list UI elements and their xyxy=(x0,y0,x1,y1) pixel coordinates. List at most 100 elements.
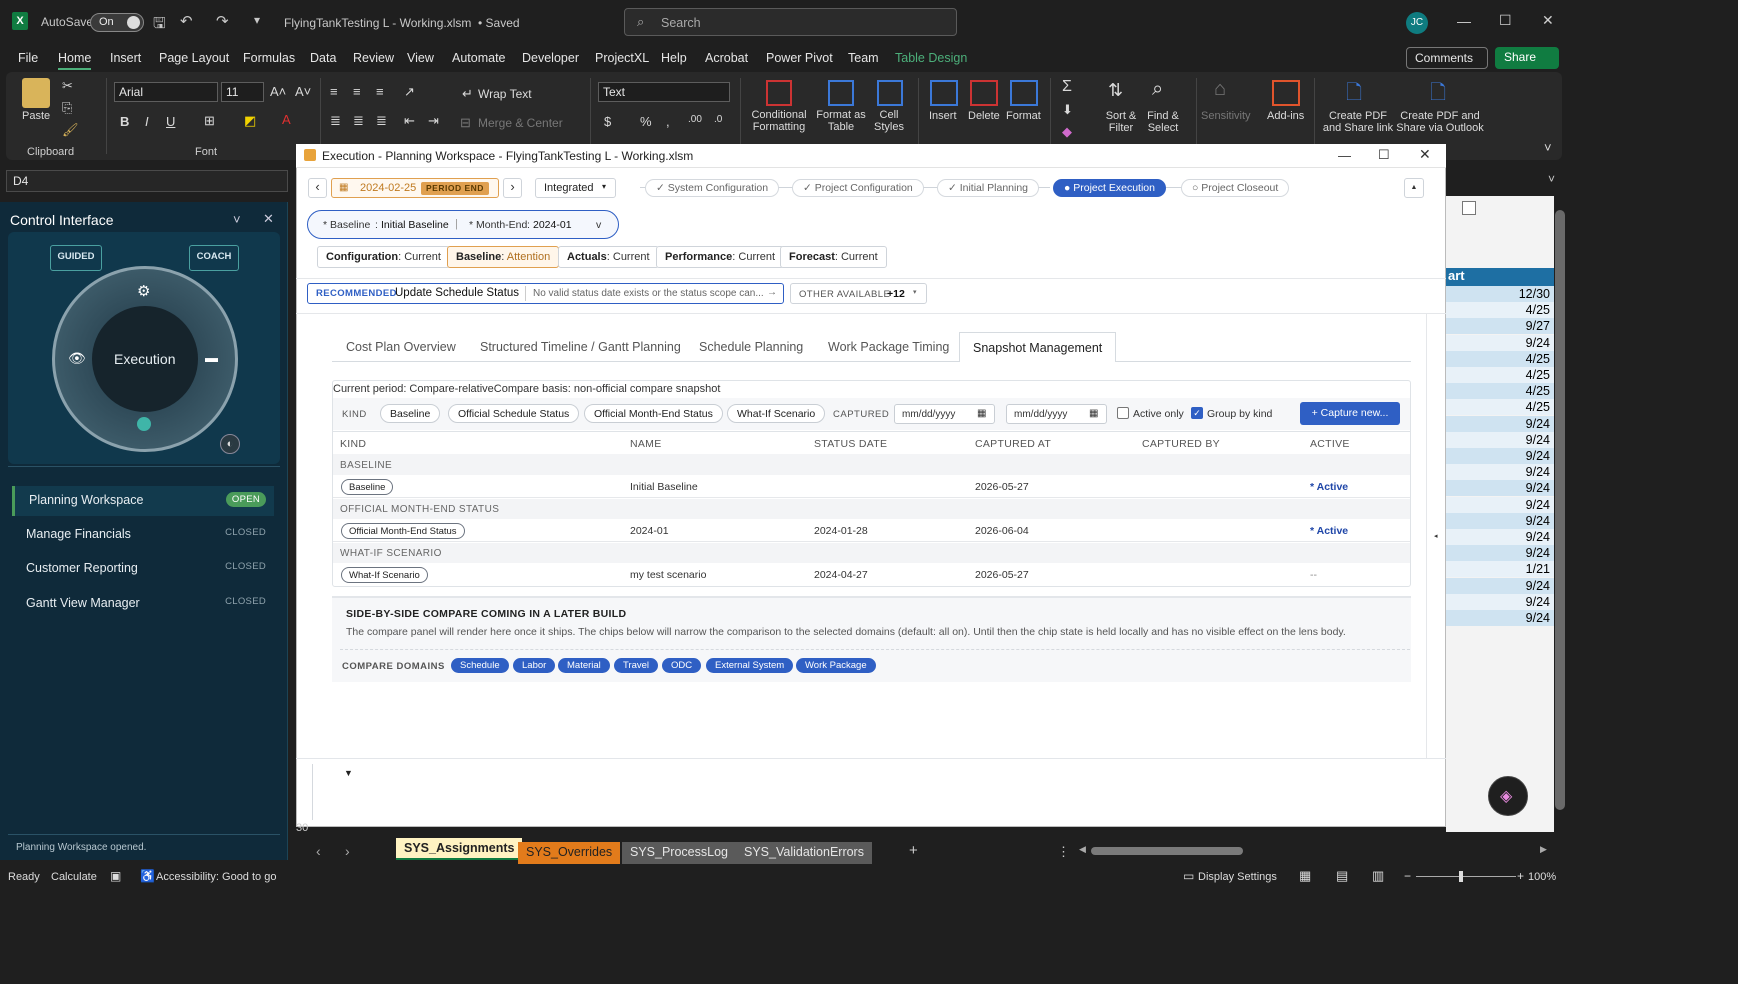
paste-icon[interactable] xyxy=(22,78,50,108)
dial-indicator[interactable] xyxy=(137,417,151,431)
scroll-left-icon[interactable]: ◀ xyxy=(1079,844,1086,855)
display-settings-icon[interactable]: ▭ xyxy=(1183,869,1194,883)
kind-filter-baseline[interactable]: Baseline xyxy=(380,404,441,423)
row-active[interactable]: * Active xyxy=(1310,525,1348,537)
clear-icon[interactable]: ◆ xyxy=(1062,124,1072,140)
menu-automate[interactable]: Automate xyxy=(452,51,506,65)
sheet-cell[interactable]: 9/24 xyxy=(1446,593,1554,610)
table-header-cell[interactable]: art xyxy=(1446,268,1554,286)
merge-center-icon[interactable]: ⊟ xyxy=(460,115,471,131)
tab-structured-timeline[interactable]: Structured Timeline / Gantt Planning xyxy=(480,340,681,354)
align-center-icon[interactable]: ≣ xyxy=(353,113,364,129)
group-by-kind-checkbox[interactable]: ✓ xyxy=(1191,407,1203,419)
menu-power-pivot[interactable]: Power Pivot xyxy=(766,51,833,65)
bottom-dropdown-toggle[interactable]: ▼ xyxy=(344,768,353,778)
align-left-icon[interactable]: ≣ xyxy=(330,113,341,129)
sheet-tab-sys-processlog[interactable]: SYS_ProcessLog xyxy=(622,842,736,864)
row-active[interactable]: * Active xyxy=(1310,481,1348,493)
domain-chip-schedule[interactable]: Schedule xyxy=(451,658,509,673)
period-selector[interactable]: ▦ 2024-02-25 PERIOD END xyxy=(331,178,499,198)
sheet-cell[interactable]: 9/24 xyxy=(1446,334,1554,351)
wrap-text-icon[interactable]: ↵ xyxy=(462,86,473,102)
step-initial-planning[interactable]: ✓ Initial Planning xyxy=(937,179,1040,197)
maximize-icon[interactable]: ☐ xyxy=(1499,12,1512,29)
collapse-header-button[interactable]: ▲ xyxy=(1404,178,1424,198)
format-painter-icon[interactable]: 🖌 xyxy=(62,122,79,138)
active-only-checkbox[interactable] xyxy=(1117,407,1129,419)
conditional-formatting-icon[interactable] xyxy=(766,80,792,106)
guided-button[interactable]: GUIDED xyxy=(50,245,102,271)
fill-color-icon[interactable]: ◩ xyxy=(244,113,256,129)
align-top-icon[interactable]: ≡ xyxy=(330,84,338,99)
create-pdf-link-icon[interactable]: 🗋 xyxy=(1346,78,1362,112)
sheet-cell[interactable]: 9/24 xyxy=(1446,610,1554,626)
autosave-toggle[interactable]: On xyxy=(90,13,144,32)
prev-period-button[interactable]: ‹ xyxy=(308,178,327,198)
search-box[interactable]: ⌕ Search xyxy=(624,8,957,36)
accessibility-icon[interactable]: ♿ xyxy=(140,869,155,883)
collapse-panel-icon[interactable]: ˅ xyxy=(233,212,241,227)
scroll-tabs-left-icon[interactable]: ‹ xyxy=(316,843,321,859)
menu-team[interactable]: Team xyxy=(848,51,879,65)
sheet-cell[interactable]: 9/24 xyxy=(1446,529,1554,545)
tab-work-package-timing[interactable]: Work Package Timing xyxy=(828,340,949,354)
status-chip-baseline[interactable]: Baseline: Attention xyxy=(447,246,560,268)
other-available-button[interactable]: OTHER AVAILABLE +12 ▾ xyxy=(790,283,927,304)
menu-view[interactable]: View xyxy=(407,51,434,65)
menu-formulas[interactable]: Formulas xyxy=(243,51,295,65)
sheet-cell[interactable]: 9/24 xyxy=(1446,577,1554,594)
col-captured-at[interactable]: CAPTURED AT xyxy=(975,438,1051,450)
customize-qat-icon[interactable]: ▾ xyxy=(254,13,260,27)
horizontal-scroll-thumb[interactable] xyxy=(1091,847,1243,855)
col-kind[interactable]: KIND xyxy=(340,438,366,450)
currency-icon[interactable]: $ xyxy=(604,114,611,129)
sheet-cell[interactable]: 9/24 xyxy=(1446,496,1554,513)
percent-icon[interactable]: % xyxy=(640,114,652,129)
create-pdf-outlook-icon[interactable]: 🗋 xyxy=(1430,78,1446,112)
menu-acrobat[interactable]: Acrobat xyxy=(705,51,748,65)
increase-font-icon[interactable]: A˄ xyxy=(270,84,286,99)
sheet-cell[interactable]: 9/24 xyxy=(1446,480,1554,497)
decrease-indent-icon[interactable]: ⇤ xyxy=(404,113,415,129)
add-sheet-icon[interactable]: + xyxy=(909,842,918,859)
insert-cells-icon[interactable] xyxy=(930,80,958,106)
next-period-button[interactable]: › xyxy=(503,178,522,198)
captured-to-date[interactable]: mm/dd/yyyy ▦ xyxy=(1006,404,1107,424)
table-row[interactable] xyxy=(333,475,1410,498)
create-pdf-link-label[interactable]: Create PDF and Share link xyxy=(1322,110,1394,134)
vertical-scroll-thumb[interactable] xyxy=(1555,210,1565,810)
decrease-decimal-icon[interactable]: .0 xyxy=(714,114,722,125)
status-chip-actuals[interactable]: Actuals: Current xyxy=(558,246,659,268)
workspace-maximize-icon[interactable]: ☐ xyxy=(1378,147,1390,163)
format-as-table-label[interactable]: Format as Table xyxy=(814,109,868,133)
kind-filter-official-schedule-status[interactable]: Official Schedule Status xyxy=(448,404,580,423)
insert-label[interactable]: Insert xyxy=(929,110,957,122)
increase-indent-icon[interactable]: ⇥ xyxy=(428,113,439,129)
increase-decimal-icon[interactable]: .00 xyxy=(688,114,702,125)
table-row[interactable] xyxy=(333,519,1410,542)
page-break-view-icon[interactable]: ▥ xyxy=(1372,868,1384,884)
sheet-cell[interactable]: 12/30 xyxy=(1446,286,1554,302)
delete-label[interactable]: Delete xyxy=(968,110,1000,122)
format-cells-icon[interactable] xyxy=(1010,80,1038,106)
captured-from-date[interactable]: mm/dd/yyyy ▦ xyxy=(894,404,995,424)
menu-page-layout[interactable]: Page Layout xyxy=(159,51,229,65)
addins-icon[interactable] xyxy=(1272,80,1300,106)
kind-filter-official-month-end-status[interactable]: Official Month-End Status xyxy=(584,404,723,423)
close-panel-icon[interactable]: ✕ xyxy=(263,211,274,227)
baseline-selector[interactable]: * Baseline : Initial Baseline | * Month-… xyxy=(307,210,619,239)
zoom-in-icon[interactable]: + xyxy=(1517,869,1524,883)
view-eye-icon[interactable]: 👁 xyxy=(68,350,86,367)
col-active[interactable]: ACTIVE xyxy=(1310,438,1350,450)
sheet-cell[interactable]: 9/24 xyxy=(1446,415,1554,432)
bold-icon[interactable]: B xyxy=(120,114,129,129)
minimize-icon[interactable]: — xyxy=(1457,13,1471,29)
expand-formula-icon[interactable]: ˅ xyxy=(1548,172,1555,186)
tab-schedule-planning[interactable]: Schedule Planning xyxy=(699,340,803,354)
menu-table-design[interactable]: Table Design xyxy=(895,51,967,65)
view-mode-select[interactable]: Integrated ▾ xyxy=(535,178,616,198)
wrap-text-label[interactable]: Wrap Text xyxy=(478,87,532,101)
number-format-select[interactable]: Text xyxy=(598,82,730,102)
status-chip-forecast[interactable]: Forecast: Current xyxy=(780,246,887,268)
name-box[interactable]: D4 xyxy=(6,170,288,192)
